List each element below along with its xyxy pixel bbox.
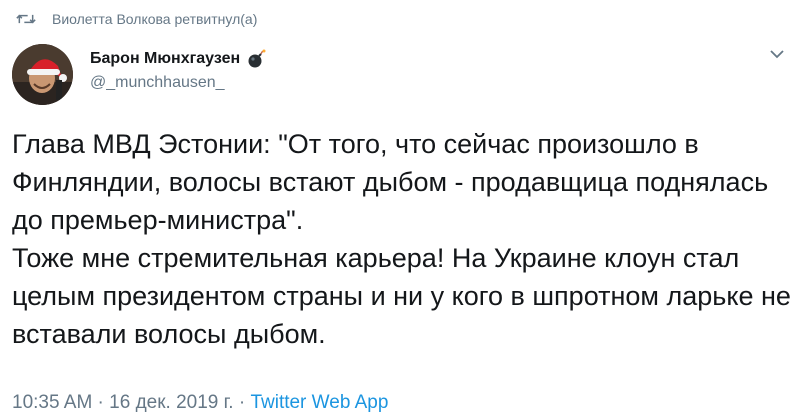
avatar[interactable] [12,44,73,105]
tweet-source-link[interactable]: Twitter Web App [250,392,388,413]
retweet-text[interactable]: Виолетта Волкова ретвитнул(а) [52,11,257,27]
author-display-name[interactable]: Барон Мюнхгаузен [90,50,240,68]
retweet-icon [16,14,36,24]
chevron-down-icon[interactable] [769,48,785,60]
avatar-image [12,44,73,105]
tweet-time[interactable]: 10:35 AM [12,392,92,413]
author-block: Барон Мюнхгаузен @_munchhausen_ [90,48,266,92]
bomb-icon [248,49,266,68]
tweet-paragraph-1: Глава МВД Эстонии: "От того, что сейчас … [12,129,769,235]
author-handle[interactable]: @_munchhausen_ [90,74,266,92]
retweet-context: Виолетта Волкова ретвитнул(а) [16,9,257,29]
meta-separator: · [92,392,110,413]
tweet-paragraph-2: Тоже мне стремительная карьера! На Украи… [12,243,791,349]
meta-separator-2: · [233,392,251,413]
tweet-meta: 10:35 AM · 16 дек. 2019 г. · Twitter Web… [12,392,388,414]
tweet-text: Глава МВД Эстонии: "От того, что сейчас … [12,125,792,353]
author-name-row: Барон Мюнхгаузен [90,48,266,70]
tweet-date[interactable]: 16 дек. 2019 г. [109,392,233,413]
